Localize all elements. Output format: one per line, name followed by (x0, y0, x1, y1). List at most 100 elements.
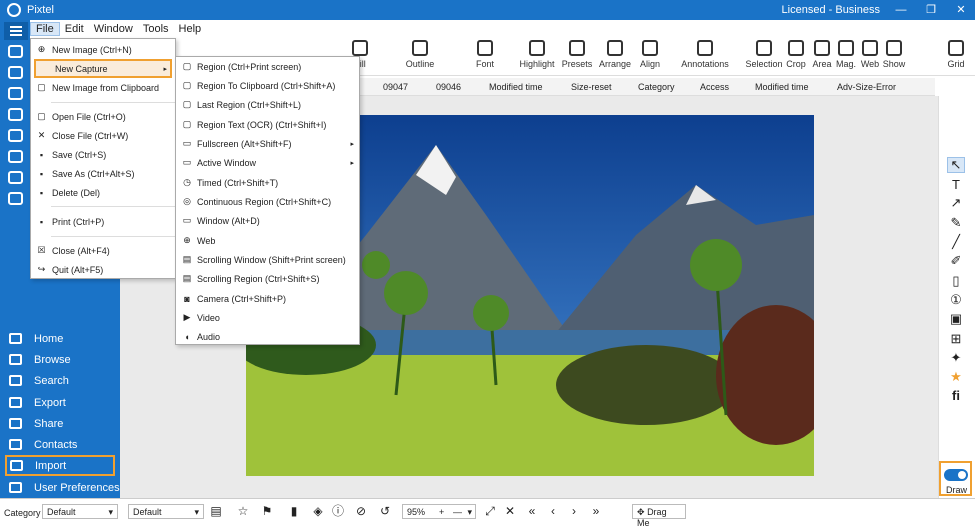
info-icon[interactable]: ⓘ (331, 504, 345, 518)
fullscreen-icon[interactable]: ✕ (503, 504, 517, 518)
nav-user-preferences[interactable]: User Preferences (0, 477, 120, 498)
menu-item-region[interactable]: ▢ Region (Ctrl+Print screen) (176, 57, 359, 76)
step-number-icon[interactable]: ① (948, 293, 964, 307)
nav-export[interactable]: Export (0, 392, 120, 413)
area-tool[interactable]: Area (809, 40, 835, 69)
column-header[interactable]: Modified time (755, 82, 809, 92)
menu-item-new-capture[interactable]: New Capture ▸ (34, 59, 172, 78)
video-icon[interactable] (8, 192, 23, 205)
document-icon[interactable] (8, 87, 23, 100)
font-icon[interactable]: fi (948, 389, 964, 403)
menu-item-quit[interactable]: ↪ Quit (Alt+F5) (31, 260, 175, 279)
menu-item-window[interactable]: ▭ Window (Alt+D) (176, 211, 359, 230)
region-icon[interactable] (8, 108, 23, 121)
highlight-tool[interactable]: Highlight (515, 40, 559, 69)
menu-item-active-window[interactable]: ▭ Active Window ▸ (176, 153, 359, 172)
annotations-tool[interactable]: Annotations (665, 40, 745, 69)
crop-tool[interactable]: Crop (783, 40, 809, 69)
menu-item-new-image[interactable]: ⊕ New Image (Ctrl+N) (31, 40, 175, 59)
pen-icon[interactable]: ✎ (948, 216, 964, 230)
web-tool[interactable]: Web (858, 40, 882, 69)
drag-me-button[interactable]: ✥ Drag Me (632, 504, 686, 528)
column-header[interactable]: Access (700, 82, 729, 92)
menu-item-fullscreen[interactable]: ▭ Fullscreen (Alt+Shift+F) ▸ (176, 134, 359, 153)
nav-search[interactable]: Search (0, 370, 120, 391)
capture-icon[interactable] (8, 45, 23, 58)
zoom-out-icon[interactable]: — (453, 507, 462, 517)
previous-page-icon[interactable]: ‹ (546, 504, 560, 518)
menu-item-region-text-ocr[interactable]: ▢ Region Text (OCR) (Ctrl+Shift+I) (176, 115, 359, 134)
bookmark-icon[interactable]: ▮ (287, 504, 301, 518)
chevron-down-icon[interactable]: ▾ (467, 507, 472, 518)
menu-item-region-to-clipboard[interactable]: ▢ Region To Clipboard (Ctrl+Shift+A) (176, 76, 359, 95)
draw-switch[interactable] (944, 469, 968, 481)
arrange-tool[interactable]: Arrange (595, 40, 635, 69)
column-header[interactable]: 09047 (383, 82, 408, 92)
menu-help[interactable]: Help (174, 23, 207, 35)
column-header[interactable]: Category (638, 82, 675, 92)
menu-item-new-from-clipboard[interactable]: ▢ New Image from Clipboard (31, 78, 175, 97)
menu-item-delete[interactable]: ▪ Delete (Del) (31, 183, 175, 202)
menu-item-timed[interactable]: ◷ Timed (Ctrl+Shift+T) (176, 173, 359, 192)
menu-tools[interactable]: Tools (138, 23, 174, 35)
notes-icon[interactable]: ▤ (209, 504, 223, 518)
menu-item-last-region[interactable]: ▢ Last Region (Ctrl+Shift+L) (176, 95, 359, 114)
column-header[interactable]: Adv-Size-Error (837, 82, 896, 92)
fit-screen-icon[interactable]: ⤢ (483, 504, 497, 518)
menu-item-save[interactable]: ▪ Save (Ctrl+S) (31, 145, 175, 164)
flag-icon[interactable]: ⚑ (260, 504, 274, 518)
last-page-icon[interactable]: » (589, 504, 603, 518)
nav-import[interactable]: Import (5, 455, 115, 476)
hamburger-menu-icon[interactable] (4, 22, 28, 40)
menu-item-print[interactable]: ▪ Print (Ctrl+P) (31, 212, 175, 231)
note-icon[interactable]: ▯ (948, 274, 964, 288)
menu-item-save-as[interactable]: ▪ Save As (Ctrl+Alt+S) (31, 164, 175, 183)
image-icon[interactable]: ▣ (948, 312, 964, 326)
align-tool[interactable]: Align (635, 40, 665, 69)
star-icon[interactable]: ★ (948, 370, 964, 384)
window-icon[interactable] (8, 150, 23, 163)
menu-item-scrolling-window[interactable]: ▤ Scrolling Window (Shift+Print screen) (176, 250, 359, 269)
menu-item-continuous-region[interactable]: ◎ Continuous Region (Ctrl+Shift+C) (176, 192, 359, 211)
draw-toggle[interactable]: Draw (939, 461, 972, 496)
menu-file[interactable]: File (30, 22, 60, 36)
outline-tool[interactable]: Outline (385, 40, 455, 69)
presets-tool[interactable]: Presets (559, 40, 595, 69)
history-icon[interactable] (8, 129, 23, 142)
nav-contacts[interactable]: Contacts (0, 434, 120, 455)
text-tool-icon[interactable]: T (948, 178, 964, 192)
menu-item-video[interactable]: ▶ Video (176, 308, 359, 327)
close-window-button[interactable]: ✕ (953, 2, 969, 18)
category-select[interactable]: Default ▾ (42, 504, 118, 519)
history-icon[interactable]: ↺ (378, 504, 392, 518)
menu-item-scrolling-region[interactable]: ▤ Scrolling Region (Ctrl+Shift+S) (176, 269, 359, 288)
next-page-icon[interactable]: › (567, 504, 581, 518)
link-icon[interactable]: ⊘ (354, 504, 368, 518)
maximize-button[interactable]: ❐ (923, 2, 939, 18)
menu-item-audio[interactable]: ◖ Audio (176, 327, 359, 346)
column-header[interactable]: Modified time (489, 82, 543, 92)
library-icon[interactable] (8, 66, 23, 79)
selection-tool[interactable]: Selection (745, 40, 783, 69)
secondary-select[interactable]: Default ▾ (128, 504, 204, 519)
zoom-control[interactable]: 95% + — ▾ (402, 504, 476, 519)
star-icon[interactable]: ☆ (236, 504, 250, 518)
menu-item-web[interactable]: ⊕ Web (176, 231, 359, 250)
menu-item-camera[interactable]: ◙ Camera (Ctrl+Shift+P) (176, 289, 359, 308)
zoom-in-icon[interactable]: + (439, 507, 444, 517)
stamp-icon[interactable]: ⊞ (948, 332, 964, 346)
nav-share[interactable]: Share (0, 413, 120, 434)
menu-item-close[interactable]: ☒ Close (Alt+F4) (31, 241, 175, 260)
pointer-icon[interactable]: ↖ (947, 157, 965, 173)
grid-tool[interactable]: Grid (942, 40, 970, 69)
menu-item-open-file[interactable]: ▢ Open File (Ctrl+O) (31, 107, 175, 126)
column-header[interactable]: Size-reset (571, 82, 612, 92)
marker-icon[interactable]: ✐ (948, 254, 964, 268)
menu-edit[interactable]: Edit (60, 23, 89, 35)
nav-home[interactable]: Home (0, 328, 120, 349)
first-page-icon[interactable]: « (525, 504, 539, 518)
tag-icon[interactable]: ◈ (311, 504, 325, 518)
show-tool[interactable]: Show (882, 40, 906, 69)
scroll-icon[interactable] (8, 171, 23, 184)
arrow-tool-icon[interactable]: ↗ (948, 196, 964, 210)
